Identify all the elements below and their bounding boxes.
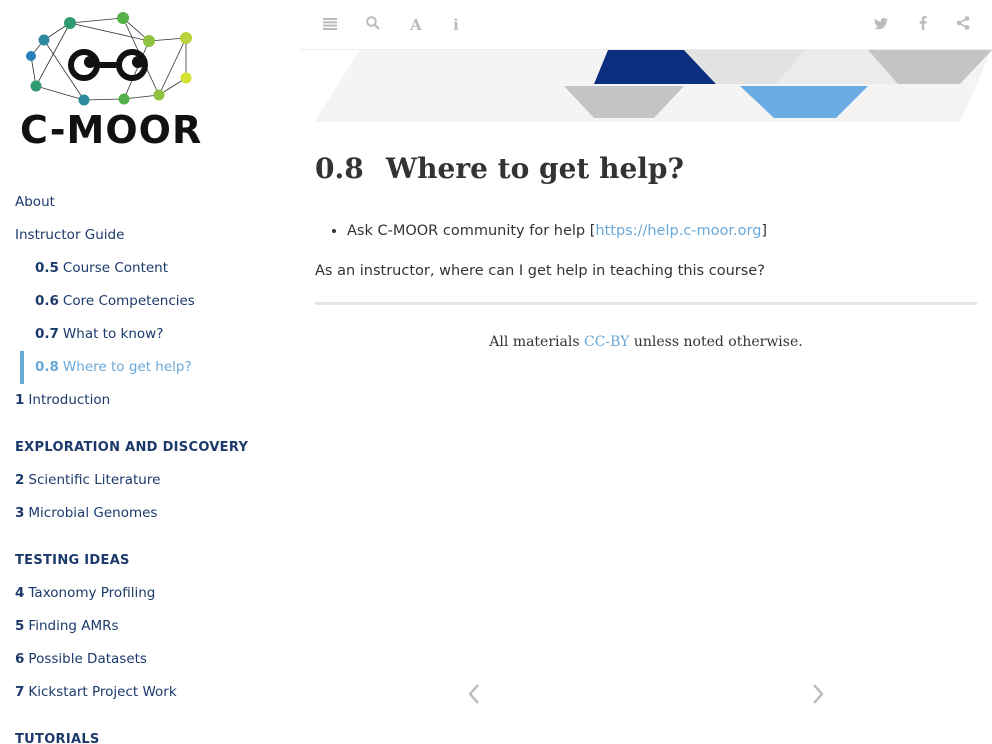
sidebar-item-number: 1 <box>15 392 25 408</box>
next-page-button[interactable] <box>806 682 830 712</box>
sidebar-item-label: Scientific Literature <box>28 472 161 488</box>
sidebar-nav: About Instructor Guide 0.5 Course Content… <box>0 186 300 744</box>
bullet-text: Ask C-MOOR community for help [ <box>347 223 596 239</box>
sidebar: C-MOOR About Instructor Guide 0.5 Course … <box>0 0 300 744</box>
twitter-icon[interactable] <box>871 15 891 35</box>
license-link[interactable]: CC-BY <box>584 334 629 350</box>
sidebar-item-what-to-know[interactable]: 0.7 What to know? <box>0 318 300 351</box>
paragraph: As an instructor, where can I get help i… <box>315 263 765 279</box>
sidebar-item-scientific-literature[interactable]: 2 Scientific Literature <box>0 464 300 497</box>
facebook-icon[interactable] <box>913 15 933 35</box>
sidebar-item-label: Instructor Guide <box>15 227 125 243</box>
toolbar: A i <box>300 0 992 50</box>
sidebar-item-number: 0.7 <box>35 326 59 342</box>
search-icon[interactable] <box>363 15 383 35</box>
sidebar-item-label: Where to get help? <box>62 359 192 375</box>
section-number: 0.8 <box>315 152 364 185</box>
chevron-left-icon <box>468 684 479 704</box>
list-item: Ask C-MOOR community for help [https://h… <box>347 219 977 243</box>
sidebar-item-label: Course Content <box>62 260 169 276</box>
sidebar-item-number: 0.5 <box>35 260 59 276</box>
sidebar-item-number: 3 <box>15 505 25 521</box>
sidebar-item-label: Taxonomy Profiling <box>28 585 156 601</box>
sidebar-item-number: 0.6 <box>35 293 59 309</box>
sidebar-item-label: About <box>15 194 55 210</box>
footer-suffix: unless noted otherwise. <box>629 334 803 350</box>
info-icon[interactable]: i <box>446 15 466 35</box>
footer: All materials CC-BY unless noted otherwi… <box>315 334 977 350</box>
sidebar-item-label: Microbial Genomes <box>28 505 158 521</box>
sidebar-item-number: 7 <box>15 684 25 700</box>
sidebar-item-taxonomy-profiling[interactable]: 4 Taxonomy Profiling <box>0 577 300 610</box>
sidebar-section-exploration: EXPLORATION AND DISCOVERY <box>15 440 249 455</box>
help-link[interactable]: https://help.c-moor.org <box>595 223 761 239</box>
logo-text: C-MOOR <box>20 108 203 152</box>
sidebar-section-testing: TESTING IDEAS <box>15 553 130 568</box>
page-title: 0.8 Where to get help? <box>315 149 977 189</box>
sidebar-item-possible-datasets[interactable]: 6 Possible Datasets <box>0 643 300 676</box>
sidebar-item-instructor-guide[interactable]: Instructor Guide <box>0 219 300 252</box>
sidebar-item-label: Possible Datasets <box>28 651 147 667</box>
sidebar-item-kickstart-project-work[interactable]: 7 Kickstart Project Work <box>0 676 300 709</box>
font-icon[interactable]: A <box>406 15 426 35</box>
sidebar-item-number: 4 <box>15 585 25 601</box>
footer-prefix: All materials <box>489 334 584 350</box>
sidebar-item-label: Finding AMRs <box>28 618 119 634</box>
menu-icon[interactable] <box>320 15 340 35</box>
sidebar-item-number: 2 <box>15 472 25 488</box>
share-icon[interactable] <box>953 15 973 35</box>
bullet-list: Ask C-MOOR community for help [https://h… <box>315 219 977 243</box>
chevron-right-icon <box>813 684 824 704</box>
bullet-suffix: ] <box>761 223 768 239</box>
divider <box>315 302 977 305</box>
sidebar-item-label: Kickstart Project Work <box>28 684 177 700</box>
main-content: 0.8 Where to get help? Ask C-MOOR communi… <box>315 122 977 350</box>
sidebar-item-course-content[interactable]: 0.5 Course Content <box>0 252 300 285</box>
sidebar-item-label: What to know? <box>62 326 164 342</box>
header-banner <box>314 50 992 122</box>
previous-page-button[interactable] <box>462 682 486 712</box>
sidebar-item-where-to-get-help[interactable]: 0.8 Where to get help? <box>0 351 300 384</box>
sidebar-item-core-competencies[interactable]: 0.6 Core Competencies <box>0 285 300 318</box>
sidebar-item-about[interactable]: About <box>0 186 300 219</box>
sidebar-item-label: Introduction <box>28 392 111 408</box>
sidebar-item-finding-amrs[interactable]: 5 Finding AMRs <box>0 610 300 643</box>
sidebar-item-number: 0.8 <box>35 359 59 375</box>
sidebar-item-introduction[interactable]: 1 Introduction <box>0 384 300 417</box>
sidebar-item-label: Core Competencies <box>62 293 195 309</box>
page-title-text: Where to get help? <box>385 152 684 185</box>
sidebar-item-number: 5 <box>15 618 25 634</box>
sidebar-item-microbial-genomes[interactable]: 3 Microbial Genomes <box>0 497 300 530</box>
sidebar-item-number: 6 <box>15 651 25 667</box>
sidebar-section-tutorials: TUTORIALS <box>15 732 100 744</box>
